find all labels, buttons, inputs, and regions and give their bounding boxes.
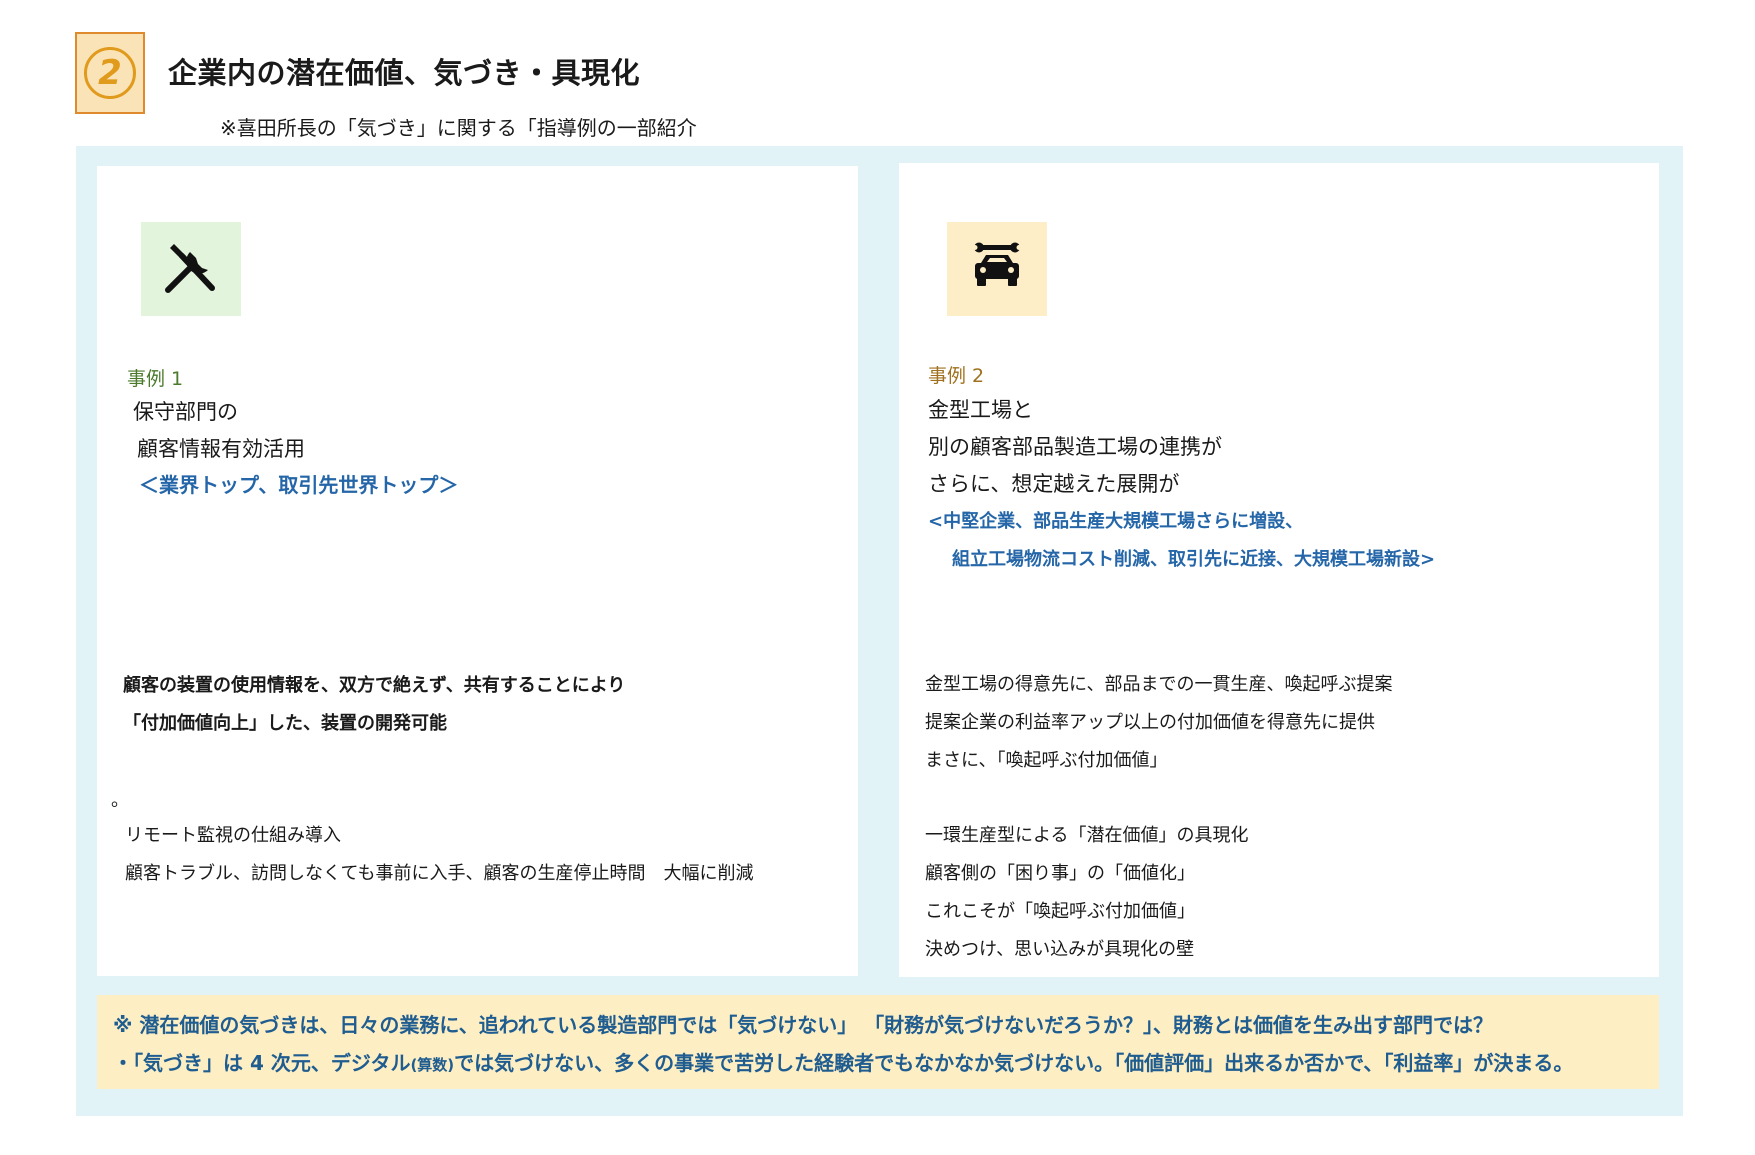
case2-detail-line: 提案企業の利益率アップ以上の付加価値を得意先に提供 [925,712,1375,733]
case2-label: 事例 2 [928,365,985,387]
note-line-2-small: (算数) [410,1056,455,1074]
car-repair-icon [947,222,1047,316]
page-title: 企業内の潜在価値、気づき・具現化 [168,56,641,90]
case2-detail-line: 決めつけ、思い込みが具現化の壁 [925,939,1195,960]
section-number-badge: 2 [75,32,145,114]
case1-label: 事例 1 [127,368,184,390]
case2-heading-line: 金型工場と [928,398,1033,422]
case2-detail-line: まさに、「喚起呼ぶ付加価値」 [925,750,1168,771]
case1-detail-line: リモート監視の仕組み導入 [125,825,341,846]
summary-note: ※ 潜在価値の気づきは、日々の業務に、追われている製造部門では「気づけない」 「… [97,995,1659,1089]
case1-highlight: ＜業界トップ、取引先世界トップ＞ [139,473,459,497]
case2-detail-line: 金型工場の得意先に、部品までの一貫生産、喚起呼ぶ提案 [925,674,1393,695]
case2-highlight-line: <中堅企業、部品生産大規模工場さらに増設、 [928,511,1304,532]
case1-bold-line: 顧客の装置の使用情報を、双方で絶えず、共有することにより [123,675,626,696]
case1-card: 事例 1 保守部門の 顧客情報有効活用 ＜業界トップ、取引先世界トップ＞ 顧客の… [97,166,858,976]
case2-detail-line: これこそが「喚起呼ぶ付加価値」 [925,901,1195,922]
case2-detail-line: 顧客側の「困り事」の「価値化」 [925,863,1195,884]
section-number: 2 [84,47,136,99]
case2-card: 事例 2 金型工場と 別の顧客部品製造工場の連携が さらに、想定越えた展開が <… [899,163,1659,977]
case2-highlight-line: 組立工場物流コスト削減、取引先に近接、大規模工場新設> [952,549,1436,570]
case2-detail-line: 一環生産型による「潜在価値」の具現化 [925,825,1249,846]
case2-heading-line: さらに、想定越えた展開が [928,472,1180,496]
note-line-2-part-b: では気づけない、多くの事業で苦労した経験者でもなかなか気づけない。「価値評価」出… [454,1051,1574,1075]
case1-dot: 。 [111,790,129,811]
case1-heading-line: 保守部門の [133,400,238,424]
case2-heading-line: 別の顧客部品製造工場の連携が [928,435,1222,459]
page-subtitle: ※喜田所長の「気づき」に関する「指導例の一部紹介 [220,116,697,140]
tools-icon [141,222,241,316]
note-line-2: ・「気づき」は 4 次元、デジタル(算数)では気づけない、多くの事業で苦労した経… [113,1047,1573,1076]
note-line-2-part-a: ・「気づき」は 4 次元、デジタル [113,1051,411,1075]
case1-detail-line: 顧客トラブル、訪問しなくても事前に入手、顧客の生産停止時間 大幅に削減 [125,863,754,884]
case1-heading-line: 顧客情報有効活用 [137,437,305,461]
note-line-1: ※ 潜在価値の気づきは、日々の業務に、追われている製造部門では「気づけない」 「… [113,1013,1493,1037]
case1-bold-line: 「付加価値向上」した、装置の開発可能 [123,713,447,734]
